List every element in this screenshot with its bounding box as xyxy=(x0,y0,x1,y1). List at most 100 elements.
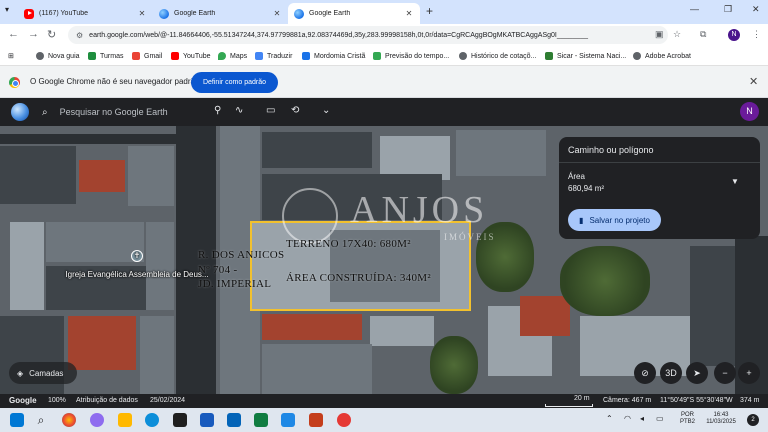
ruler-icon[interactable]: ▭ xyxy=(266,105,275,116)
site-info-icon[interactable]: ⚙ xyxy=(76,31,83,40)
tab-label: Google Earth xyxy=(309,10,351,17)
bookmark-gmail[interactable]: Gmail xyxy=(132,52,162,60)
app-icon[interactable] xyxy=(281,413,295,427)
building xyxy=(79,160,125,192)
neighborhood-label: JD. IMPERIAL xyxy=(198,278,272,290)
building xyxy=(0,146,76,204)
building xyxy=(370,316,434,346)
window-close-button[interactable]: ✕ xyxy=(752,4,760,15)
bookmark-youtube[interactable]: YouTube xyxy=(171,52,211,60)
bookmark-mordomia[interactable]: Mordomia Cristã xyxy=(302,52,365,60)
zoom-in-button[interactable]: + xyxy=(738,362,760,384)
compass-icon[interactable]: ➤ xyxy=(686,362,708,384)
extensions-icon[interactable]: ⧉ xyxy=(700,29,706,40)
google-earth-logo[interactable] xyxy=(11,103,29,121)
building xyxy=(262,132,372,168)
wps-icon[interactable] xyxy=(337,413,351,427)
bookmark-maps[interactable]: Maps xyxy=(218,52,247,60)
bookmark-traduzir[interactable]: Traduzir xyxy=(255,52,292,60)
search-input[interactable]: ⌕ Pesquisar no Google Earth xyxy=(42,101,206,123)
back-button[interactable]: ← xyxy=(8,28,19,40)
layers-button[interactable]: ◈ Camadas xyxy=(9,362,77,384)
youtube-icon xyxy=(24,8,34,19)
layers-label: Camadas xyxy=(29,368,64,378)
bookmark-historico[interactable]: Histórico de cotaçõ... xyxy=(459,52,536,60)
close-icon[interactable]: ✕ xyxy=(404,9,414,18)
infobar-message: O Google Chrome não é seu navegador padr… xyxy=(30,77,200,86)
word-icon[interactable] xyxy=(200,413,214,427)
store-icon[interactable] xyxy=(173,413,187,427)
data-attribution-link[interactable]: Atribuição de dados xyxy=(76,397,138,404)
metric-label: Área xyxy=(568,172,585,181)
close-icon[interactable]: ✕ xyxy=(272,9,282,18)
bookmark-previsao[interactable]: Previsão do tempo... xyxy=(373,52,449,60)
bookmark-turmas[interactable]: Turmas xyxy=(88,52,123,60)
save-to-project-button[interactable]: ▮ Salvar no projeto xyxy=(568,209,661,231)
history-icon[interactable]: ⟲ xyxy=(291,105,299,116)
bookmark-nova-guia[interactable]: Nova guia xyxy=(36,52,80,60)
new-tab-button[interactable]: + xyxy=(426,4,433,18)
notification-badge[interactable]: 2 xyxy=(747,414,759,426)
bookmark-star-icon[interactable]: ☆ xyxy=(673,29,681,40)
windows-start-icon[interactable] xyxy=(10,413,24,427)
copilot-icon[interactable] xyxy=(90,413,104,427)
powerpoint-icon[interactable] xyxy=(309,413,323,427)
property-polygon[interactable] xyxy=(250,221,471,311)
street-view-icon[interactable]: ⊘ xyxy=(634,362,656,384)
3d-toggle-button[interactable]: 3D xyxy=(660,362,682,384)
outlook-icon[interactable] xyxy=(227,413,241,427)
bookmark-sicar[interactable]: Sicar - Sistema Naci... xyxy=(545,52,626,60)
chrome-logo-icon xyxy=(9,77,20,88)
url-text: earth.google.com/web/@-11.84664406,-55.5… xyxy=(89,31,589,39)
unit-dropdown-caret-icon[interactable]: ▼ xyxy=(731,177,739,186)
browser-toolbar: ← → ↻ ⚙ earth.google.com/web/@-11.846644… xyxy=(0,24,768,46)
volume-icon[interactable]: ◂ xyxy=(640,415,644,423)
battery-icon[interactable]: ▭ xyxy=(656,415,664,423)
save-label: Salvar no projeto xyxy=(589,215,650,225)
measure-path-icon[interactable]: ∿ xyxy=(235,105,243,116)
search-icon: ⌕ xyxy=(42,106,48,118)
chevron-down-icon[interactable]: ⌄ xyxy=(322,105,330,116)
close-icon[interactable]: ✕ xyxy=(137,9,147,18)
profile-avatar[interactable]: N xyxy=(728,29,740,41)
tab-youtube[interactable]: (1167) YouTube ✕ xyxy=(18,3,153,24)
user-avatar[interactable]: N xyxy=(740,102,759,121)
tray-chevron-icon[interactable]: ⌃ xyxy=(606,415,613,423)
close-icon[interactable]: ✕ xyxy=(749,75,758,88)
apps-icon[interactable]: ⊞ xyxy=(8,52,14,60)
tab-label: Google Earth xyxy=(174,10,216,17)
tab-google-earth-active[interactable]: Google Earth ✕ xyxy=(288,3,420,24)
bookmark-acrobat[interactable]: Adobe Acrobat xyxy=(633,52,691,60)
wifi-icon[interactable]: ◠ xyxy=(624,415,631,423)
address-bar[interactable]: ⚙ earth.google.com/web/@-11.84664406,-55… xyxy=(68,26,668,44)
set-default-button[interactable]: Definir como padrão xyxy=(191,72,278,93)
place-pin-icon[interactable]: ⚲ xyxy=(214,105,221,116)
clock[interactable]: 16:43 11/03/2025 xyxy=(703,412,739,426)
zoom-out-button[interactable]: − xyxy=(714,362,736,384)
menu-icon[interactable]: ⋮ xyxy=(752,29,761,40)
tree xyxy=(430,336,478,394)
google-earth-icon xyxy=(159,8,169,19)
excel-icon[interactable] xyxy=(254,413,268,427)
zoom-level: 100% xyxy=(48,397,66,404)
earth-toolbar: ⌕ Pesquisar no Google Earth ⚲ ∿ ▭ ⟲ ⌄ N xyxy=(0,98,768,126)
language-indicator[interactable]: POR PTB2 xyxy=(680,412,695,426)
elevation: 374 m xyxy=(740,397,760,404)
weather-icon xyxy=(373,52,381,60)
polygon-panel: Caminho ou polígono Área 680,94 m² ▼ ▮ S… xyxy=(559,137,760,239)
chrome-taskbar-icon[interactable] xyxy=(62,413,76,427)
minimize-button[interactable]: — xyxy=(690,4,699,14)
maps-pin-icon xyxy=(218,52,226,60)
edge-icon[interactable] xyxy=(145,413,159,427)
coordinates: 11°50'49"S 55°30'48"W xyxy=(660,397,733,404)
tab-search-icon[interactable]: ▾ xyxy=(5,5,9,14)
tree xyxy=(560,246,650,316)
cast-icon[interactable]: ▣ xyxy=(655,29,664,40)
file-explorer-icon[interactable] xyxy=(118,413,132,427)
reload-button[interactable]: ↻ xyxy=(47,28,56,41)
poi-church[interactable]: ✝ Igreja Evangélica Assembleia de Deus..… xyxy=(62,250,212,279)
forward-button[interactable]: → xyxy=(28,28,39,40)
maximize-button[interactable]: ❐ xyxy=(724,4,732,15)
search-icon[interactable]: ⌕ xyxy=(34,413,48,427)
tab-google-earth[interactable]: Google Earth ✕ xyxy=(153,3,288,24)
